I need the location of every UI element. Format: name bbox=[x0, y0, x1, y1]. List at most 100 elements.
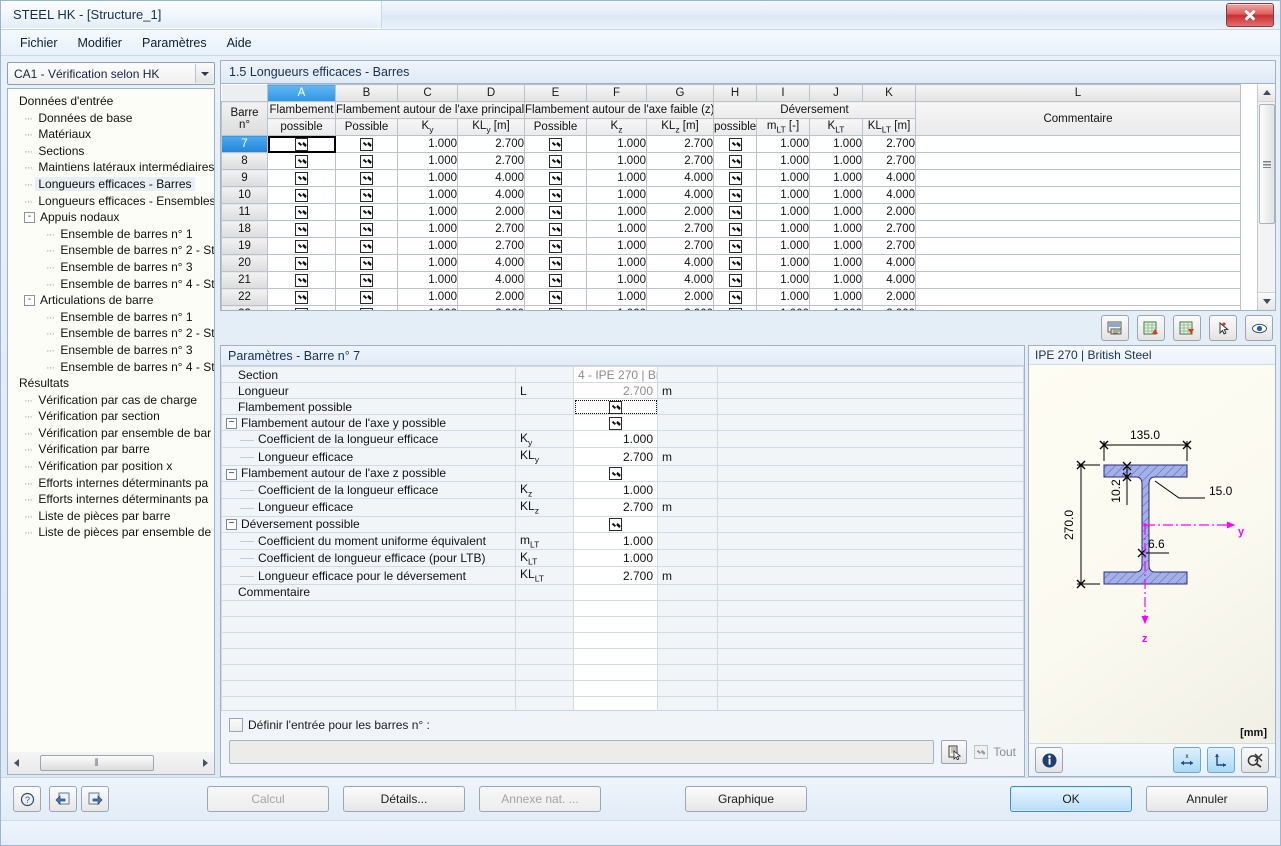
row-checkbox[interactable] bbox=[728, 222, 742, 236]
tree-item[interactable]: ··· Maintiens latéraux intermédiaires bbox=[12, 159, 214, 176]
row-checkbox[interactable] bbox=[295, 273, 308, 287]
cell-y-possible[interactable] bbox=[335, 288, 398, 306]
tree-item[interactable]: ··· Ensemble de barres n° 4 - St bbox=[12, 276, 214, 293]
tree-item[interactable]: ··· Efforts internes déterminants pa bbox=[12, 475, 214, 492]
parameter-value[interactable] bbox=[573, 583, 658, 601]
cell-klt[interactable]: 1.000 bbox=[809, 237, 863, 255]
cell-lt-possible[interactable] bbox=[713, 169, 757, 187]
cell-mlt[interactable]: 1.000 bbox=[756, 220, 810, 238]
table-row[interactable]: 7 1.000 2.700 1.000 2.700 1.000 1.000 2.700 bbox=[221, 135, 1241, 153]
parameter-row[interactable]: Flambement possible bbox=[221, 398, 1024, 415]
row-checkbox[interactable] bbox=[360, 273, 373, 287]
cell-comment[interactable] bbox=[915, 220, 1241, 238]
ok-button[interactable]: OK bbox=[1010, 786, 1132, 812]
column-letter-f[interactable]: F bbox=[586, 84, 647, 102]
cell-z-possible[interactable] bbox=[524, 169, 587, 187]
cell-comment[interactable] bbox=[915, 254, 1241, 272]
cell-lt-possible[interactable] bbox=[713, 305, 757, 310]
cell-comment[interactable] bbox=[915, 135, 1241, 153]
next-icon[interactable] bbox=[81, 786, 109, 812]
cell-y-possible[interactable] bbox=[335, 237, 398, 255]
tree-item[interactable]: ··· Ensemble de barres n° 1 bbox=[12, 226, 214, 243]
row-checkbox[interactable] bbox=[360, 307, 373, 310]
parameter-label[interactable]: − Flambement autour de l'axe z possible bbox=[221, 464, 516, 482]
info-icon[interactable] bbox=[1035, 747, 1063, 773]
row-checkbox[interactable] bbox=[728, 273, 742, 287]
define-entry-checkbox[interactable] bbox=[229, 718, 243, 732]
cell-kly[interactable]: 2.000 bbox=[457, 203, 525, 221]
cell-kllt[interactable]: 2.000 bbox=[862, 305, 916, 310]
cell-kz[interactable]: 1.000 bbox=[586, 305, 647, 310]
section-canvas[interactable]: 135.0 270.0 10.2 15.0 6.6 y z [mm] bbox=[1029, 365, 1275, 743]
cell-klz[interactable]: 2.700 bbox=[646, 135, 714, 153]
column-letter-k[interactable]: K bbox=[862, 84, 916, 102]
cell-kllt[interactable]: 2.700 bbox=[862, 237, 916, 255]
parameter-value[interactable]: 4 - IPE 270 | British Steel bbox=[573, 366, 658, 383]
cell-comment[interactable] bbox=[915, 288, 1241, 306]
column-letter-b[interactable]: B bbox=[335, 84, 398, 102]
row-checkbox[interactable] bbox=[295, 222, 308, 236]
tree-item[interactable]: ··· Ensemble de barres n° 3 bbox=[12, 342, 214, 359]
parameter-checkbox-cell[interactable] bbox=[573, 414, 658, 431]
table-row[interactable]: 22 1.000 2.000 1.000 2.000 1.000 1.000 2.000 bbox=[221, 288, 1241, 306]
chevron-down-icon[interactable] bbox=[195, 64, 213, 83]
cell-kly[interactable]: 2.000 bbox=[457, 288, 525, 306]
cell-lt-possible[interactable] bbox=[713, 271, 757, 289]
parameter-row[interactable]: Longueur L 2.700 m bbox=[221, 382, 1024, 399]
cell-z-possible[interactable] bbox=[524, 254, 587, 272]
axes-icon[interactable] bbox=[1207, 747, 1235, 773]
table-row[interactable]: 18 1.000 2.700 1.000 2.700 1.000 1.000 2.700 bbox=[221, 220, 1241, 238]
cell-y-possible[interactable] bbox=[335, 220, 398, 238]
row-checkbox[interactable] bbox=[360, 171, 373, 185]
tree-item[interactable]: ··· Efforts internes déterminants pa bbox=[12, 491, 214, 508]
cell-y-possible[interactable] bbox=[335, 254, 398, 272]
parameter-value[interactable]: 2.700 bbox=[573, 447, 658, 466]
cell-kllt[interactable]: 4.000 bbox=[862, 271, 916, 289]
cell-lt-possible[interactable] bbox=[713, 186, 757, 204]
row-header[interactable]: 23 bbox=[221, 305, 268, 310]
annexe-nationale-button[interactable]: Annexe nat. ... bbox=[479, 786, 601, 812]
cell-klz[interactable]: 4.000 bbox=[646, 271, 714, 289]
parameter-value[interactable]: 2.700 bbox=[573, 382, 658, 399]
cell-kz[interactable]: 1.000 bbox=[586, 169, 647, 187]
tree-item[interactable]: ··· Ensemble de barres n° 2 - St bbox=[12, 242, 214, 259]
cell-kly[interactable]: 2.700 bbox=[457, 152, 525, 170]
cell-kz[interactable]: 1.000 bbox=[586, 135, 647, 153]
cell-mlt[interactable]: 1.000 bbox=[756, 203, 810, 221]
row-checkbox[interactable] bbox=[549, 137, 562, 151]
cell-lt-possible[interactable] bbox=[713, 254, 757, 272]
cell-kz[interactable]: 1.000 bbox=[586, 288, 647, 306]
cell-lt-possible[interactable] bbox=[713, 220, 757, 238]
previous-icon[interactable] bbox=[49, 786, 77, 812]
cell-z-possible[interactable] bbox=[524, 288, 587, 306]
cell-flambement-possible[interactable] bbox=[267, 186, 336, 204]
cell-kz[interactable]: 1.000 bbox=[586, 152, 647, 170]
cell-klt[interactable]: 1.000 bbox=[809, 254, 863, 272]
cell-kllt[interactable]: 2.700 bbox=[862, 152, 916, 170]
parameter-row[interactable]: − Flambement autour de l'axe z possible bbox=[221, 464, 1024, 482]
row-checkbox[interactable] bbox=[360, 137, 373, 151]
cell-mlt[interactable]: 1.000 bbox=[756, 169, 810, 187]
parameter-row[interactable]: Coefficient de longueur efficace (pour L… bbox=[221, 548, 1024, 568]
collapse-icon[interactable]: − bbox=[226, 519, 237, 531]
tree-item[interactable]: ··· Données de base bbox=[12, 110, 214, 127]
cell-y-possible[interactable] bbox=[335, 305, 398, 310]
parameter-row[interactable]: Coefficient du moment uniforme équivalen… bbox=[221, 531, 1024, 550]
cell-kly[interactable]: 2.000 bbox=[457, 305, 525, 310]
row-checkbox[interactable] bbox=[549, 222, 562, 236]
row-header[interactable]: 20 bbox=[221, 254, 268, 272]
graphique-button[interactable]: Graphique bbox=[685, 786, 807, 812]
cell-z-possible[interactable] bbox=[524, 271, 587, 289]
row-checkbox[interactable] bbox=[549, 290, 562, 304]
cell-flambement-possible[interactable] bbox=[267, 169, 336, 187]
parameter-row[interactable]: Coefficient de la longueur efficace Kz 1.0… bbox=[221, 480, 1024, 500]
cell-mlt[interactable]: 1.000 bbox=[756, 186, 810, 204]
pick-members-icon[interactable] bbox=[941, 740, 968, 764]
table-row[interactable]: 20 1.000 4.000 1.000 4.000 1.000 1.000 4.000 bbox=[221, 254, 1241, 272]
row-header[interactable]: 9 bbox=[221, 169, 268, 187]
cell-flambement-possible[interactable] bbox=[267, 237, 336, 255]
row-checkbox[interactable] bbox=[549, 307, 562, 310]
expander-icon[interactable]: - bbox=[24, 295, 35, 307]
row-header[interactable]: 7 bbox=[221, 135, 268, 153]
cell-lt-possible[interactable] bbox=[713, 203, 757, 221]
